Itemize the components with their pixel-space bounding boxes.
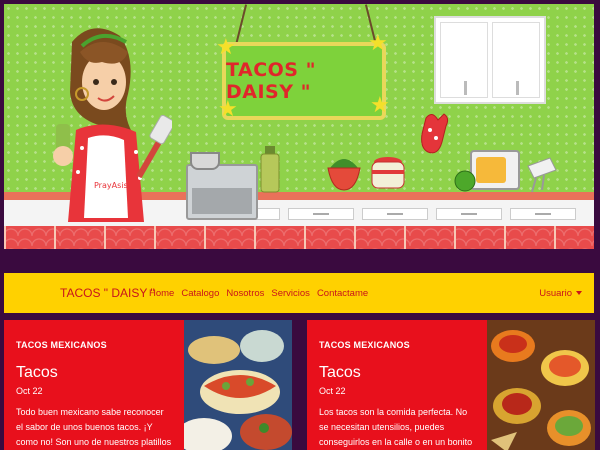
counter-drawer (362, 208, 428, 220)
taco-card[interactable]: TACOS MEXICANOS Tacos Oct 22 Los tacos s… (307, 320, 595, 450)
card-label: TACOS MEXICANOS (16, 340, 107, 350)
counter-drawer (436, 208, 502, 220)
chef-girl-illustration: PrayAsisi (53, 28, 172, 222)
salsas-photo (487, 320, 595, 450)
kitchen-cabinet (434, 16, 546, 104)
salad-bowl-icon (327, 159, 361, 191)
nav-link-contactame[interactable]: Contactame (317, 288, 368, 299)
tile-grout (4, 226, 594, 249)
cooking-pot-icon (371, 157, 405, 189)
nav-link-servicios[interactable]: Servicios (271, 288, 310, 299)
microwave-icon (470, 150, 520, 190)
taco-card[interactable]: TACOS MEXICANOS Tacos Oct 22 Todo buen m… (4, 320, 292, 450)
star-icon: ★ (370, 92, 390, 117)
star-icon: ★ (216, 34, 236, 59)
card-text: Todo buen mexicano sabe reconocer el sab… (16, 407, 172, 447)
nav-link-home[interactable]: Home (149, 288, 174, 299)
restaurant-sign: TACOS " DAISY " (222, 42, 386, 120)
card-body: TACOS MEXICANOS Tacos Oct 22 Todo buen m… (4, 320, 184, 450)
navbar-brand[interactable]: TACOS " DAISY " (60, 286, 155, 300)
card-date: Oct 22 (319, 386, 346, 396)
tacos-photo (184, 320, 292, 450)
chevron-down-icon (576, 291, 582, 295)
counter-drawer (288, 208, 354, 220)
nav-links: Home Catalogo Nosotros Servicios Contact… (149, 288, 368, 299)
card-label: TACOS MEXICANOS (319, 340, 410, 350)
navbar: TACOS " DAISY " Home Catalogo Nosotros S… (4, 273, 594, 313)
star-icon: ★ (218, 96, 238, 121)
nav-link-catalogo[interactable]: Catalogo (181, 288, 219, 299)
user-dropdown[interactable]: Usuario (539, 288, 582, 299)
lime-icon (454, 170, 476, 192)
counter-drawer (510, 208, 576, 220)
card-text: Los tacos son la comida perfecta. No se … (319, 407, 473, 447)
oven-mitt-icon (421, 113, 449, 154)
hero-banner: TACOS " DAISY " ★ ★ ★ ★ PrayAsisi (4, 4, 594, 249)
star-icon: ★ (368, 30, 388, 55)
card-title: Tacos (319, 364, 361, 381)
stove-icon (186, 164, 258, 220)
nav-link-nosotros[interactable]: Nosotros (226, 288, 264, 299)
sign-text: TACOS " DAISY " (226, 59, 316, 103)
card-title: Tacos (16, 364, 58, 381)
mixer-icon (527, 157, 557, 193)
bottle-icon (260, 146, 280, 193)
card-date: Oct 22 (16, 386, 43, 396)
cabinet-door (492, 22, 540, 98)
cabinet-door (440, 22, 488, 98)
card-body: TACOS MEXICANOS Tacos Oct 22 Los tacos s… (307, 320, 487, 450)
pot-icon (190, 152, 220, 170)
apron-text: PrayAsisi (94, 181, 130, 190)
user-dropdown-label: Usuario (539, 287, 572, 299)
